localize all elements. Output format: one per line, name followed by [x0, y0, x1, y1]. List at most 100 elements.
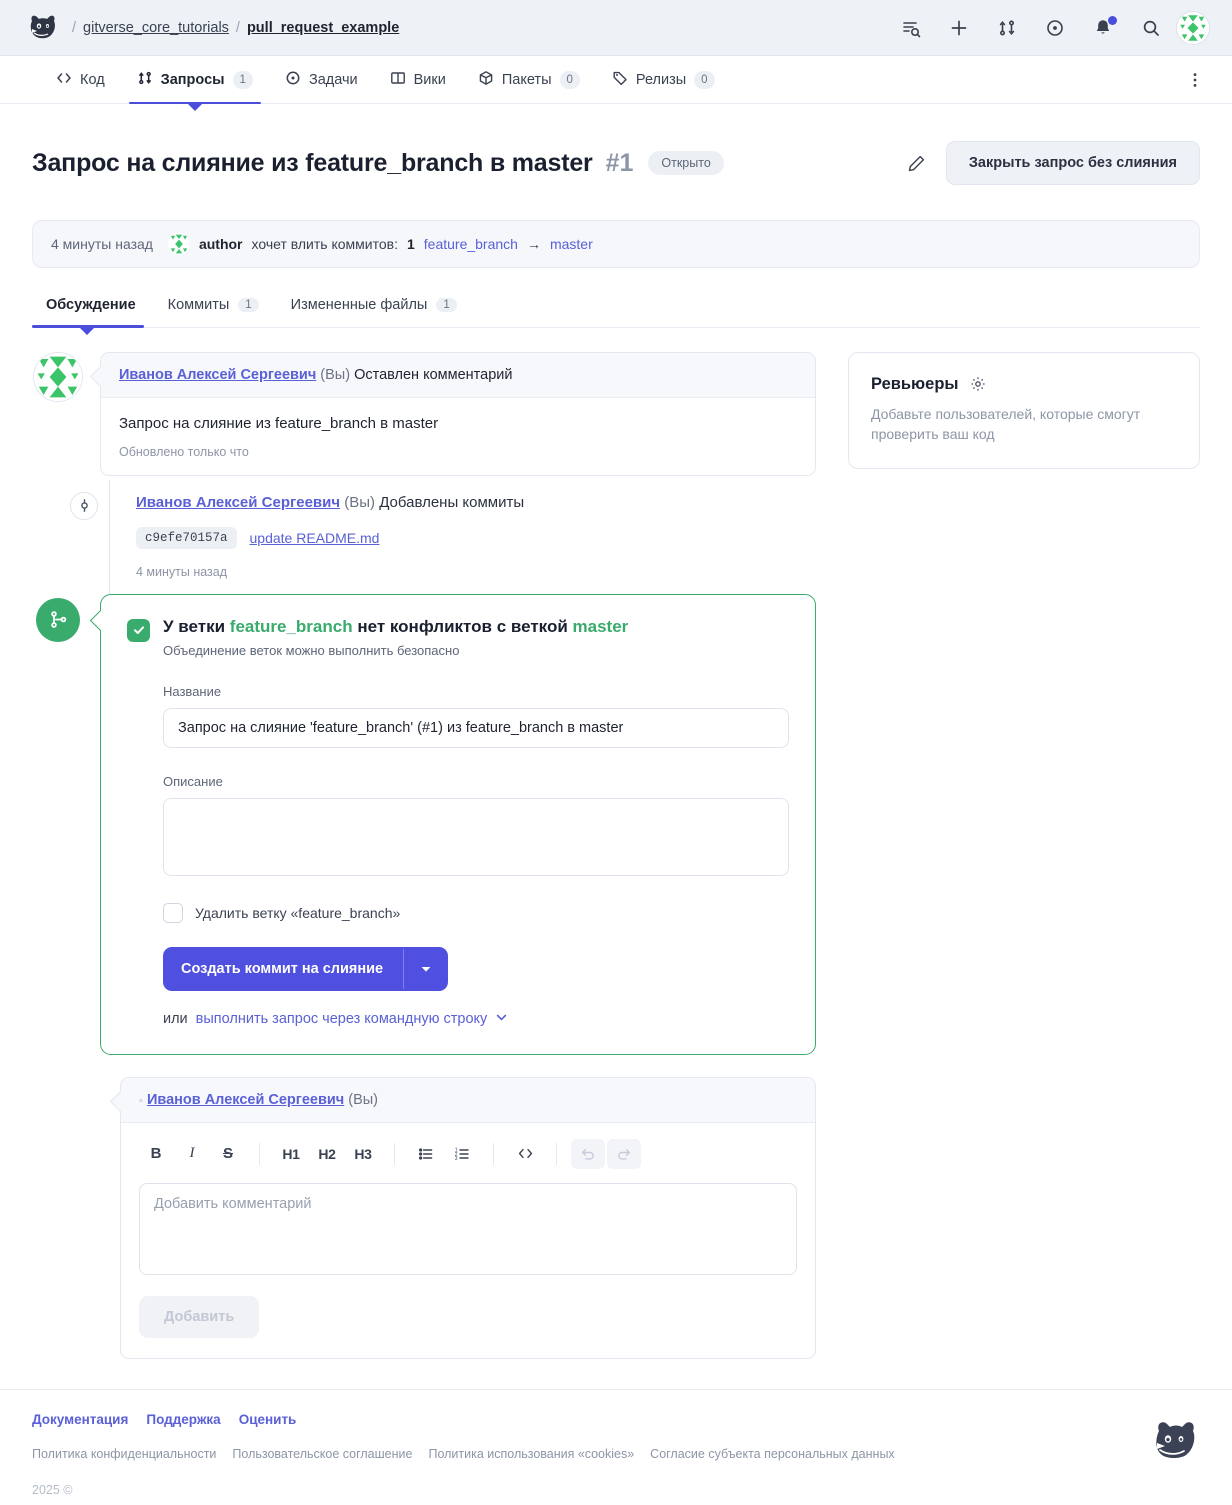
user-avatar[interactable]: [1176, 10, 1210, 45]
delete-branch-label: Удалить ветку «feature_branch»: [195, 904, 401, 921]
footer-link-support[interactable]: Поддержка: [146, 1412, 220, 1427]
commit-event-author-link[interactable]: Иванов Алексей Сергеевич: [136, 494, 340, 511]
nav-tab-issues[interactable]: Задачи: [269, 56, 374, 103]
tab-changed-files-label: Измененные файлы: [290, 297, 428, 313]
page-content: Запрос на слияние из feature_branch в ma…: [0, 132, 1232, 1359]
create-merge-commit-label: Создать коммит на слияние: [181, 960, 384, 977]
breadcrumb-repo[interactable]: pull_request_example: [247, 20, 399, 36]
nav-tab-releases[interactable]: Релизы 0: [596, 56, 731, 103]
comment-author-link[interactable]: Иванов Алексей Сергеевич: [119, 367, 316, 383]
merge-title-input[interactable]: [163, 707, 789, 748]
breadcrumb-separator-1: /: [72, 19, 77, 36]
breadcrumb-org[interactable]: gitverse_core_tutorials: [83, 20, 229, 36]
reviewers-panel: Ревьюеры Добавьте пользователей, которые…: [848, 351, 1200, 470]
merge-status-title: У ветки feature_branch нет конфликтов с …: [163, 617, 628, 637]
nav-tab-code[interactable]: Код: [40, 56, 121, 103]
numbered-list-icon[interactable]: 123: [445, 1139, 479, 1169]
toolbar-divider-2: [394, 1142, 395, 1165]
book-icon: [390, 70, 406, 90]
target-branch-link[interactable]: master: [550, 236, 593, 252]
comment-input[interactable]: [139, 1182, 797, 1275]
edit-pencil-icon[interactable]: [907, 154, 926, 173]
submit-comment-button[interactable]: Добавить: [139, 1295, 260, 1338]
content-columns: Иванов Алексей Сергеевич (Вы) Оставлен к…: [32, 351, 1200, 1359]
heading-1-icon[interactable]: H1: [274, 1139, 308, 1169]
italic-icon[interactable]: I: [175, 1139, 209, 1169]
pr-summary-text: хочет влить коммитов:: [251, 235, 398, 252]
branch-arrow-icon: →: [526, 235, 541, 252]
tab-changed-files[interactable]: Измененные файлы 1: [275, 284, 473, 327]
source-branch-link[interactable]: feature_branch: [424, 236, 518, 252]
gitverse-dog-logo: [1148, 1415, 1200, 1467]
footer-link-privacy[interactable]: Политика конфиденциальности: [32, 1447, 216, 1461]
merge-status-text-wrap: У ветки feature_branch нет конфликтов с …: [163, 617, 628, 658]
footer-link-cookies[interactable]: Политика использования «cookies»: [428, 1447, 634, 1461]
nav-tab-wiki[interactable]: Вики: [374, 56, 462, 103]
gear-icon[interactable]: [970, 376, 986, 392]
code-icon: [56, 70, 72, 90]
tab-commits-label: Коммиты: [167, 297, 230, 313]
comment-text: Запрос на слияние из feature_branch в ma…: [119, 414, 439, 432]
timeline-column: Иванов Алексей Сергеевич (Вы) Оставлен к…: [32, 351, 816, 1359]
footer-link-docs[interactable]: Документация: [32, 1412, 128, 1427]
cli-instructions-link[interactable]: выполнить запрос через командную строку: [196, 1011, 509, 1028]
cli-instructions-label: выполнить запрос через командную строку: [195, 1011, 488, 1027]
bullet-list-icon[interactable]: [409, 1139, 443, 1169]
gitverse-logo[interactable]: [26, 11, 60, 45]
commit-message-link[interactable]: update README.md: [250, 530, 380, 546]
comment-avatar-slot: [32, 351, 84, 476]
comment-action-text: Оставлен комментарий: [354, 366, 513, 383]
footer-link-consent[interactable]: Согласие субъекта персональных данных: [650, 1447, 895, 1461]
tab-commits[interactable]: Коммиты 1: [152, 284, 275, 327]
nav-tab-releases-label: Релизы: [635, 71, 687, 88]
close-pr-button[interactable]: Закрыть запрос без слияния: [945, 141, 1200, 186]
strikethrough-icon[interactable]: S: [211, 1139, 245, 1169]
commit-event-title: Иванов Алексей Сергеевич (Вы) Добавлены …: [136, 494, 816, 511]
heading-3-icon[interactable]: H3: [346, 1139, 380, 1169]
commit-sha[interactable]: c9efe70157a: [136, 526, 237, 549]
page-title: Запрос на слияние из feature_branch в ma…: [32, 148, 593, 177]
footer-link-terms[interactable]: Пользовательское соглашение: [232, 1447, 412, 1461]
nav-kebab-menu-icon[interactable]: [1180, 56, 1210, 103]
footer-copyright: 2025 ©: [32, 1482, 73, 1497]
pull-request-icon[interactable]: [996, 17, 1018, 39]
issue-circle-icon: [285, 70, 301, 90]
new-comment-header: ◦ Иванов Алексей Сергеевич (Вы): [121, 1077, 815, 1123]
undo-icon[interactable]: [571, 1138, 605, 1169]
redo-icon[interactable]: [607, 1138, 641, 1169]
avatar: [33, 351, 83, 402]
tab-changed-files-count: 1: [436, 298, 457, 312]
tab-discussion[interactable]: Обсуждение: [32, 284, 152, 328]
commit-event-icon-slot: [32, 480, 136, 579]
nav-tab-pull-requests[interactable]: Запросы 1: [121, 56, 269, 104]
heading-2-icon[interactable]: H2: [310, 1139, 344, 1169]
pr-sub-tabs: Обсуждение Коммиты 1 Измененные файлы 1: [32, 284, 1200, 328]
commit-event-action: Добавлены коммиты: [379, 493, 525, 511]
commit-row: c9efe70157a update README.md: [136, 526, 816, 549]
footer-link-rate[interactable]: Оценить: [239, 1412, 297, 1427]
create-merge-commit-button[interactable]: Создать коммит на слияние: [163, 946, 449, 991]
nav-tab-issues-label: Задачи: [308, 71, 358, 88]
bold-icon[interactable]: B: [139, 1139, 173, 1169]
pr-summary-time: 4 минуты назад: [51, 235, 153, 252]
code-icon[interactable]: [508, 1139, 542, 1169]
comment-body: Запрос на слияние из feature_branch в ma…: [101, 398, 815, 475]
top-header: / gitverse_core_tutorials / pull_request…: [0, 0, 1232, 56]
merge-description-textarea[interactable]: [163, 797, 789, 876]
delete-branch-row: Удалить ветку «feature_branch»: [163, 902, 789, 923]
bell-icon[interactable]: [1092, 15, 1117, 39]
plus-icon[interactable]: [948, 17, 970, 39]
chevron-down-icon[interactable]: [403, 948, 448, 989]
check-icon: [127, 618, 150, 642]
merge-section: У ветки feature_branch нет конфликтов с …: [32, 593, 816, 1055]
search-icon[interactable]: [1140, 17, 1162, 39]
new-comment-author-link[interactable]: Иванов Алексей Сергеевич: [147, 1092, 344, 1108]
timeline-commits-event: Иванов Алексей Сергеевич (Вы) Добавлены …: [32, 479, 816, 597]
toolbar-divider-1: [259, 1142, 260, 1165]
nav-tab-packages[interactable]: Пакеты 0: [462, 56, 596, 103]
delete-branch-checkbox[interactable]: [163, 902, 183, 923]
list-search-icon[interactable]: [900, 17, 922, 39]
comment-author-you: (Вы): [320, 366, 351, 383]
merge-card: У ветки feature_branch нет конфликтов с …: [100, 593, 816, 1055]
issue-circle-icon[interactable]: [1044, 17, 1066, 39]
